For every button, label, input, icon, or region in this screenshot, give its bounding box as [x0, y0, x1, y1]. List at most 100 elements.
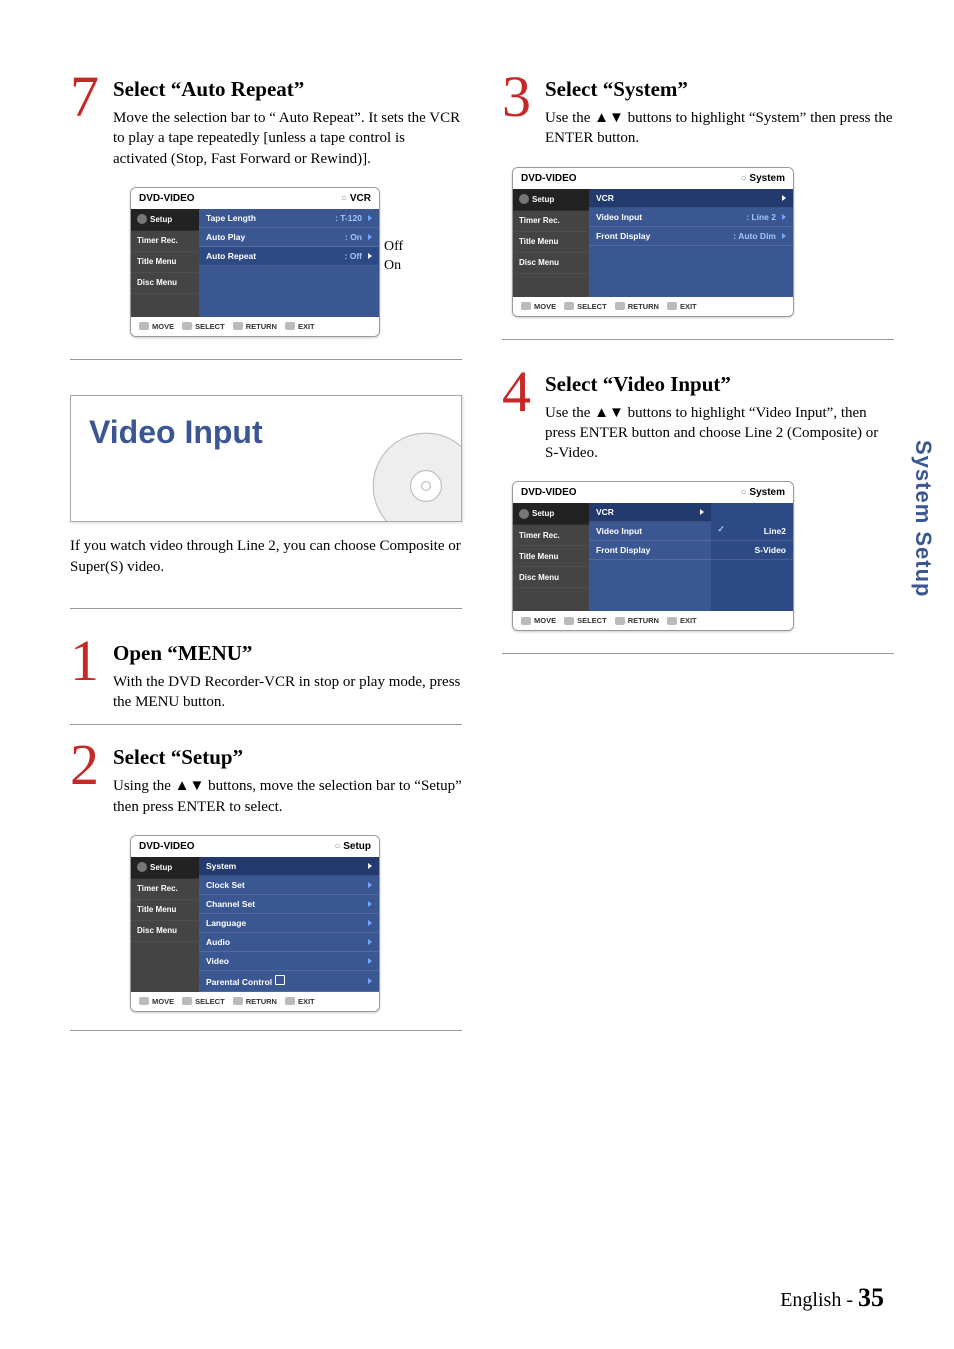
- osd-sidebar: Setup Timer Rec. Title Menu Disc Menu: [513, 189, 589, 297]
- osd-device-label: DVD-VIDEO: [139, 841, 195, 852]
- osd-sidebar: Setup Timer Rec. Title Menu Disc Menu: [131, 209, 199, 317]
- chevron-right-icon: [368, 253, 372, 259]
- osd-options-panel: x Line2 S-Video: [711, 503, 793, 611]
- row-system: System: [199, 857, 379, 876]
- step-description: Use the ▲▼ buttons to highlight “Video I…: [545, 403, 894, 464]
- step-3: 3 Select “System” Use the ▲▼ buttons to …: [502, 75, 894, 149]
- step-title: Select “Video Input”: [545, 372, 894, 397]
- footer-page-number: 35: [858, 1283, 884, 1312]
- sidebar-item-timer-rec: Timer Rec.: [513, 211, 589, 232]
- osd-section-label: VCR: [341, 193, 371, 204]
- sidebar-item-timer-rec: Timer Rec.: [513, 525, 589, 546]
- chevron-right-icon: [368, 920, 372, 926]
- row-vcr-header: VCR: [589, 189, 793, 208]
- step-number: 7: [70, 75, 99, 119]
- key-icon: [564, 617, 574, 625]
- sidebar-item-title-menu: Title Menu: [131, 900, 199, 921]
- key-icon: [521, 617, 531, 625]
- chevron-right-icon: [782, 214, 786, 220]
- key-icon: [521, 302, 531, 310]
- osd-main-panel: Tape Length: T-120 Auto Play: On Auto Re…: [199, 209, 379, 317]
- osd-device-label: DVD-VIDEO: [139, 193, 195, 204]
- gear-icon: [137, 862, 147, 872]
- separator: [70, 608, 462, 609]
- chevron-right-icon: [368, 882, 372, 888]
- osd-device-label: DVD-VIDEO: [521, 173, 577, 184]
- osd-footer-hints: MOVE SELECT RETURN EXIT: [131, 317, 379, 336]
- footer-language: English -: [780, 1289, 853, 1311]
- row-video-input: Video Input: [589, 522, 711, 541]
- step-description: With the DVD Recorder-VCR in stop or pla…: [113, 672, 462, 713]
- osd-screenshot-setup: DVD-VIDEO Setup Setup Timer Rec. Title M…: [130, 835, 380, 1012]
- sidebar-item-setup: Setup: [513, 503, 589, 525]
- sidebar-item-timer-rec: Timer Rec.: [131, 879, 199, 900]
- callout-labels: Off On: [384, 187, 403, 276]
- sidebar-item-disc-menu: Disc Menu: [513, 253, 589, 274]
- separator: [502, 653, 894, 654]
- step-7: 7 Select “Auto Repeat” Move the selectio…: [70, 75, 462, 169]
- step-description: Move the selection bar to “ Auto Repeat”…: [113, 108, 462, 169]
- row-clock-set: Clock Set: [199, 876, 379, 895]
- separator: [70, 1030, 462, 1031]
- separator: [502, 339, 894, 340]
- row-video: Video: [199, 952, 379, 971]
- step-title: Select “Auto Repeat”: [113, 77, 462, 102]
- row-audio: Audio: [199, 933, 379, 952]
- osd-footer-hints: MOVE SELECT RETURN EXIT: [513, 611, 793, 630]
- option-line2: Line2: [711, 522, 793, 541]
- option-s-video: S-Video: [711, 541, 793, 560]
- sidebar-item-setup: Setup: [131, 857, 199, 879]
- side-tab-label: System Setup: [910, 440, 936, 598]
- step-1: 1 Open “MENU” With the DVD Recorder-VCR …: [70, 639, 462, 713]
- osd-footer-hints: MOVE SELECT RETURN EXIT: [131, 992, 379, 1011]
- osd-sidebar: Setup Timer Rec. Title Menu Disc Menu: [513, 503, 589, 611]
- key-icon: [182, 997, 192, 1005]
- row-vcr-header: VCR: [589, 503, 711, 522]
- osd-screenshot-vcr: DVD-VIDEO VCR Setup Timer Rec. Title Men…: [130, 187, 380, 337]
- osd-screenshot-system: DVD-VIDEO System Setup Timer Rec. Title …: [512, 167, 794, 317]
- step-2: 2 Select “Setup” Using the ▲▼ buttons, m…: [70, 743, 462, 817]
- chevron-right-icon: [368, 939, 372, 945]
- key-icon: [564, 302, 574, 310]
- step-4: 4 Select “Video Input” Use the ▲▼ button…: [502, 370, 894, 464]
- video-input-panel: Video Input: [70, 395, 462, 522]
- key-icon: [285, 997, 295, 1005]
- osd-main-panel: System Clock Set Channel Set Language Au…: [199, 857, 379, 992]
- osd-section-label: System: [741, 487, 785, 498]
- row-channel-set: Channel Set: [199, 895, 379, 914]
- row-front-display: Front Display: Auto Dim: [589, 227, 793, 246]
- osd-screenshot-video-input: DVD-VIDEO System Setup Timer Rec. Title …: [512, 481, 794, 631]
- chevron-right-icon: [782, 195, 786, 201]
- chevron-right-icon: [368, 234, 372, 240]
- step-title: Select “Setup”: [113, 745, 462, 770]
- osd-section-label: Setup: [334, 841, 371, 852]
- key-icon: [285, 322, 295, 330]
- osd-sidebar: Setup Timer Rec. Title Menu Disc Menu: [131, 857, 199, 992]
- sidebar-item-setup: Setup: [513, 189, 589, 211]
- step-number: 2: [70, 743, 99, 787]
- chevron-right-icon: [700, 509, 704, 515]
- chevron-right-icon: [368, 978, 372, 984]
- row-front-display: Front Display: [589, 541, 711, 560]
- key-icon: [667, 302, 677, 310]
- lock-icon: [275, 975, 285, 985]
- key-icon: [233, 997, 243, 1005]
- chevron-right-icon: [368, 863, 372, 869]
- step-number: 1: [70, 639, 99, 683]
- step-number: 3: [502, 75, 531, 119]
- chevron-right-icon: [368, 215, 372, 221]
- row-language: Language: [199, 914, 379, 933]
- osd-footer-hints: MOVE SELECT RETURN EXIT: [513, 297, 793, 316]
- row-auto-play: Auto Play: On: [199, 228, 379, 247]
- gear-icon: [137, 214, 147, 224]
- sidebar-item-title-menu: Title Menu: [513, 546, 589, 567]
- key-icon: [233, 322, 243, 330]
- osd-main-panel: VCR Video Input Front Display: [589, 503, 711, 611]
- step-description: Use the ▲▼ buttons to highlight “System”…: [545, 108, 894, 149]
- section-description: If you watch video through Line 2, you c…: [70, 536, 462, 578]
- sidebar-item-disc-menu: Disc Menu: [131, 921, 199, 942]
- key-icon: [667, 617, 677, 625]
- row-tape-length: Tape Length: T-120: [199, 209, 379, 228]
- gear-icon: [519, 509, 529, 519]
- sidebar-item-setup: Setup: [131, 209, 199, 231]
